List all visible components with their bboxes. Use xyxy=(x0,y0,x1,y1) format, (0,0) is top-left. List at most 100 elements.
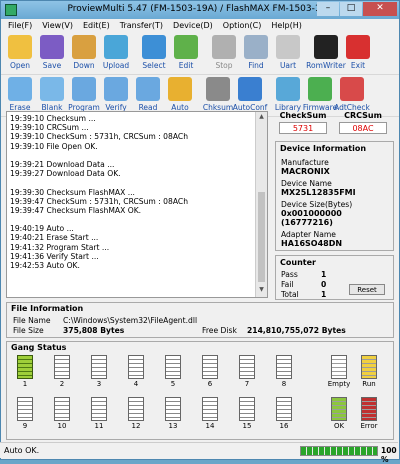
romwriter-button[interactable]: RomWriter xyxy=(306,33,346,73)
status-bar: Auto OK. 100 % xyxy=(0,442,398,464)
open-button[interactable]: Open xyxy=(4,33,36,73)
gang-slot-1[interactable]: 1 xyxy=(15,355,35,390)
reset-button[interactable]: Reset xyxy=(349,284,385,295)
find-button[interactable]: Find xyxy=(240,33,272,73)
legend-label: Run xyxy=(362,380,376,388)
gang-slot-3[interactable]: 3 xyxy=(89,355,109,390)
menu-item-file[interactable]: File(F) xyxy=(3,19,37,33)
chip-icon xyxy=(54,397,70,421)
progress-fill xyxy=(301,447,377,455)
total-label: Total xyxy=(281,289,299,299)
chip-icon xyxy=(331,397,347,421)
gang-slot-6[interactable]: 6 xyxy=(200,355,220,390)
romwriter-label: RomWriter xyxy=(306,61,346,70)
gang-slot-number: 14 xyxy=(205,422,215,430)
progress-percent: 100 % xyxy=(381,446,397,464)
gang-slot-number: 8 xyxy=(281,380,287,388)
chip-icon xyxy=(17,397,33,421)
gang-slot-9[interactable]: 9 xyxy=(15,397,35,432)
edit-button[interactable]: Edit xyxy=(170,33,202,73)
exit-button[interactable]: Exit xyxy=(342,33,374,73)
log-line: 19:39:10 Checksum ... xyxy=(10,114,96,123)
gang-status-header: Gang Status xyxy=(11,343,67,352)
gang-slot-number: 9 xyxy=(22,422,28,430)
program-button[interactable]: Program xyxy=(68,75,100,115)
adapter-label: Adapter Name xyxy=(281,230,336,239)
stop-button[interactable]: Stop xyxy=(208,33,240,73)
auto-button[interactable]: Auto xyxy=(164,75,196,115)
pass-value: 1 xyxy=(321,269,327,279)
menu-item-help[interactable]: Help(H) xyxy=(266,19,307,33)
scroll-thumb[interactable] xyxy=(258,192,265,282)
log-line: 19:39:27 Download Data OK. xyxy=(10,169,121,179)
gang-slot-16[interactable]: 16 xyxy=(274,397,294,432)
file-info-header: File Information xyxy=(11,304,84,313)
menu-item-device[interactable]: Device(D) xyxy=(168,19,218,33)
gang-slot-5[interactable]: 5 xyxy=(163,355,183,390)
menu-item-edit[interactable]: Edit(E) xyxy=(78,19,115,33)
gang-slot-number: 15 xyxy=(242,422,252,430)
scroll-down-icon[interactable]: ▼ xyxy=(256,286,267,296)
log-panel[interactable]: 19:39:10 Checksum ... 19:39:10 CRCSum ...… xyxy=(6,111,268,298)
menu-item-option[interactable]: Option(C) xyxy=(218,19,267,33)
legend-label: Empty xyxy=(327,380,351,388)
chksum-button[interactable]: Chksum xyxy=(202,75,234,115)
status-text: Auto OK. xyxy=(4,446,40,455)
menu-item-transfer[interactable]: Transfer(T) xyxy=(115,19,168,33)
firmware-button[interactable]: Firmware xyxy=(303,75,337,115)
gang-status-panel: Gang Status 1 2 3 4 5 6 7 8 9 10 11 12 13 14 15 16 Empt… xyxy=(6,341,394,440)
down-label: Down xyxy=(73,61,95,70)
erase-icon xyxy=(8,77,32,101)
counter-panel: Counter Pass 1 Fail 0 Total 1 Reset xyxy=(275,255,394,300)
gang-slot-2[interactable]: 2 xyxy=(52,355,72,390)
scroll-up-icon[interactable]: ▲ xyxy=(256,113,267,123)
open-label: Open xyxy=(9,61,31,70)
minimize-button[interactable]: – xyxy=(317,2,339,16)
down-button[interactable]: Down xyxy=(68,33,100,73)
erase-button[interactable]: Erase xyxy=(4,75,36,115)
autoconf-button[interactable]: AutoConf xyxy=(233,75,267,115)
log-scrollbar[interactable]: ▲ ▼ xyxy=(255,112,267,297)
blank-button[interactable]: Blank xyxy=(36,75,68,115)
save-button[interactable]: Save xyxy=(36,33,68,73)
close-button[interactable]: ✕ xyxy=(363,2,397,16)
library-button[interactable]: Library xyxy=(272,75,304,115)
chip-icon xyxy=(165,397,181,421)
menu-item-view[interactable]: View(V) xyxy=(37,19,78,33)
log-line: 19:41:36 Verify Start ... xyxy=(10,251,99,261)
crcsum-value: 08AC xyxy=(339,122,387,134)
gang-slot-13[interactable]: 13 xyxy=(163,397,183,432)
upload-label: Upload xyxy=(102,61,130,70)
gang-slot-4[interactable]: 4 xyxy=(126,355,146,390)
title-bar[interactable]: ProviewMulti 5.47 (FM-1503-19A) / FlashM… xyxy=(1,1,399,19)
legend-label: OK xyxy=(333,422,345,430)
free-disk-value: 214,810,755,072 Bytes xyxy=(247,326,346,335)
checksum-panel: CheckSum 5731 CRCSum 08AC xyxy=(275,111,394,137)
gang-slot-number: 4 xyxy=(133,380,139,388)
gang-slot-11[interactable]: 11 xyxy=(89,397,109,432)
chip-icon xyxy=(202,397,218,421)
gang-slot-8[interactable]: 8 xyxy=(274,355,294,390)
upload-button[interactable]: Upload xyxy=(100,33,132,73)
auto-icon xyxy=(168,77,192,101)
checksum-value: 5731 xyxy=(279,122,327,134)
select-button[interactable]: Select xyxy=(138,33,170,73)
chip-icon xyxy=(54,355,70,379)
find-magnifier-icon xyxy=(244,35,268,59)
adtcheck-button[interactable]: AdtCheck xyxy=(334,75,370,115)
checksum-box: CheckSum 5731 xyxy=(275,111,331,137)
gang-slot-14[interactable]: 14 xyxy=(200,397,220,432)
upload-icon xyxy=(104,35,128,59)
verify-button[interactable]: Verify xyxy=(100,75,132,115)
uart-button[interactable]: Uart xyxy=(272,33,304,73)
read-icon xyxy=(136,77,160,101)
checksum-icon xyxy=(206,77,230,101)
gang-slot-15[interactable]: 15 xyxy=(237,397,257,432)
gang-slot-12[interactable]: 12 xyxy=(126,397,146,432)
gang-slot-10[interactable]: 10 xyxy=(52,397,72,432)
read-button[interactable]: Read xyxy=(132,75,164,115)
maximize-button[interactable]: □ xyxy=(340,2,362,16)
log-line: 19:39:47 CheckSum : 5731h, CRCSum : 08AC… xyxy=(10,196,189,206)
gang-slot-7[interactable]: 7 xyxy=(237,355,257,390)
